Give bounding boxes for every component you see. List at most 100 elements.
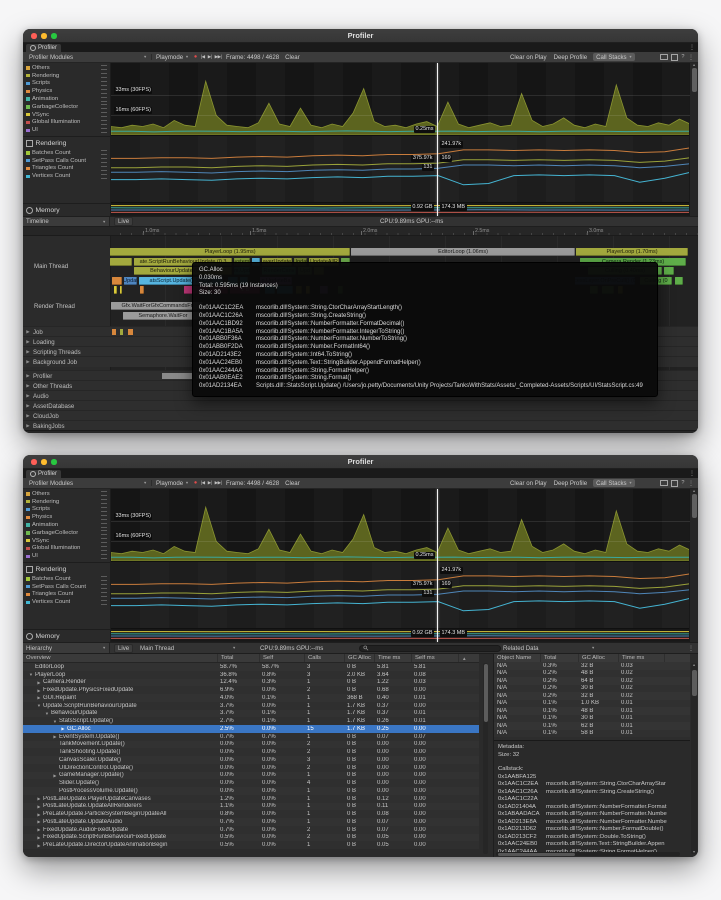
table-row[interactable]: TankShooting.Update()0.0%0.0%20 B0.000.0…	[23, 748, 479, 756]
render-thread-label[interactable]: Render Thread	[34, 303, 75, 310]
table-row[interactable]: TankMovement.Update()0.0%0.0%20 B0.000.0…	[23, 741, 479, 749]
column-header[interactable]: Self	[259, 654, 304, 662]
drag-handle-icon[interactable]	[101, 158, 107, 163]
clear-on-play-button[interactable]: Clear on Play	[507, 54, 550, 61]
thread-row-bakingjobs[interactable]: ▶BakingJobs	[23, 420, 698, 430]
table-row[interactable]: ▶FixedUpdate.ScriptRunBehaviourFixedUpda…	[23, 834, 479, 842]
clear-button[interactable]: Clear	[282, 480, 303, 487]
table-row[interactable]: ▼Update.ScriptRunBehaviourUpdate3.7%0.0%…	[23, 702, 479, 710]
cpu-legend-item[interactable]: Others	[23, 64, 110, 72]
related-data-row[interactable]: N/A0.1%62 B0.01	[494, 722, 690, 730]
tab-menu-icon[interactable]: ⋮	[689, 44, 695, 51]
table-row[interactable]: ▶PostLateUpdate.UpdateAllRenderers1.1%0.…	[23, 803, 479, 811]
scrollbar-thumb[interactable]	[692, 494, 697, 518]
load-icon[interactable]	[660, 54, 668, 61]
memory-module-header[interactable]: Memory	[23, 630, 110, 642]
cpu-legend-item[interactable]: VSync	[23, 537, 110, 545]
drag-handle-icon[interactable]	[101, 120, 107, 125]
related-vertical-scrollbar[interactable]: ▲ ▼	[691, 663, 697, 854]
close-window-icon[interactable]	[31, 33, 37, 39]
timeline-sample[interactable]: Gfx.WaitForGfxCommandsFr	[111, 302, 203, 310]
cpu-usage-chart[interactable]: 33ms (30FPS)16ms (60FPS)0.25ms	[111, 489, 690, 562]
cpu-legend-item[interactable]: Scripts	[23, 506, 110, 514]
column-header[interactable]: GC Alloc	[578, 654, 618, 662]
timeline-sample[interactable]: PlayerLoop (1.70ms)	[576, 248, 688, 256]
timeline-sample[interactable]: PlayerLoop (1.95ms)	[110, 248, 350, 256]
memory-chart[interactable]: 0.92 GB174.3 MB	[111, 203, 690, 215]
help-icon[interactable]: ?	[681, 480, 684, 486]
cpu-legend-item[interactable]: GarbageCollector	[23, 529, 110, 537]
drag-handle-icon[interactable]	[101, 73, 107, 78]
timeline-sample[interactable]	[675, 277, 683, 285]
hierarchy-table-header[interactable]: OverviewTotalSelfCallsGC AllocTime msSel…	[23, 654, 479, 663]
cpu-usage-chart[interactable]: 33ms (30FPS)16ms (60FPS)0.25ms	[111, 63, 690, 136]
drag-handle-icon[interactable]	[101, 576, 107, 581]
tab-menu-icon[interactable]: ⋮	[689, 470, 695, 477]
cpu-legend-item[interactable]: VSync	[23, 111, 110, 119]
minimize-window-icon[interactable]	[41, 459, 47, 465]
timeline-sample[interactable]: Semaphore.WaitFor	[123, 312, 203, 320]
search-field[interactable]	[359, 645, 501, 652]
minimize-window-icon[interactable]	[41, 33, 47, 39]
table-row[interactable]: CanvasScaler.Update()0.0%0.0%30 B0.000.0…	[23, 756, 479, 764]
table-row[interactable]: ▼PlayerLoop36.8%0.8%32.0 KB3.640.08	[23, 671, 479, 679]
column-header[interactable]: Object Name	[494, 654, 540, 662]
rendering-legend-item[interactable]: Batches Count	[23, 575, 110, 583]
rendering-chart[interactable]: 241.97k375.97k169131	[111, 136, 690, 203]
rendering-legend-item[interactable]: Vertices Count	[23, 598, 110, 606]
column-header[interactable]: Total	[217, 654, 259, 662]
timeline-sample[interactable]	[110, 258, 132, 266]
kebab-menu-icon[interactable]: ⋮	[688, 54, 694, 61]
drag-handle-icon[interactable]	[101, 81, 107, 86]
cpu-legend-item[interactable]: Others	[23, 490, 110, 498]
timeline-sample[interactable]	[128, 329, 133, 335]
selected-frame-marker[interactable]	[437, 489, 438, 642]
related-data-row[interactable]: N/A0.1%48 B0.01	[494, 707, 690, 715]
scroll-up-icon[interactable]: ▲	[690, 63, 698, 67]
view-mode-dropdown[interactable]: Hierarchy ▼	[23, 643, 110, 653]
timeline-sample[interactable]: EditorLoop (1.06ms)	[351, 248, 575, 256]
rendering-legend-item[interactable]: Batches Count	[23, 149, 110, 157]
drag-handle-icon[interactable]	[101, 174, 107, 179]
scrollbar-thumb[interactable]	[692, 68, 697, 92]
scroll-up-icon[interactable]: ▲	[691, 663, 697, 667]
table-row[interactable]: ▶GUI.Repaint4.0%0.1%1368 B0.400.01	[23, 694, 479, 702]
scrollbar-thumb[interactable]	[692, 670, 697, 696]
view-mode-dropdown[interactable]: Timeline ▼	[23, 217, 110, 226]
timeline-horizontal-scrollbar[interactable]	[23, 430, 698, 433]
rendering-legend-item[interactable]: Triangles Count	[23, 591, 110, 599]
drag-handle-icon[interactable]	[101, 523, 107, 528]
record-button[interactable]: ●	[192, 480, 199, 486]
drag-handle-icon[interactable]	[101, 554, 107, 559]
scrollbar-thumb[interactable]	[498, 853, 575, 856]
drag-handle-icon[interactable]	[101, 546, 107, 551]
drag-handle-icon[interactable]	[101, 538, 107, 543]
column-header[interactable]: GC Alloc	[344, 654, 374, 662]
related-data-dropdown[interactable]: Related Data ▼	[500, 643, 598, 653]
cpu-legend-item[interactable]: Physics	[23, 513, 110, 521]
rendering-legend-item[interactable]: Triangles Count	[23, 165, 110, 173]
memory-chart[interactable]: 0.92 GB174.3 MB	[111, 629, 690, 641]
table-row[interactable]: Slider.Update()0.0%0.0%40 B0.000.00	[23, 779, 479, 787]
save-icon[interactable]	[671, 54, 678, 61]
tab-profiler[interactable]: Profiler	[26, 470, 61, 478]
column-header[interactable]: Time ms	[618, 654, 664, 662]
related-data-row[interactable]: N/A0.1%1.0 KB0.01	[494, 700, 690, 708]
related-data-row[interactable]: N/A0.2%32 B0.02	[494, 692, 690, 700]
cpu-legend-item[interactable]: Rendering	[23, 72, 110, 80]
zoom-window-icon[interactable]	[51, 33, 57, 39]
cpu-legend-item[interactable]: Scripts	[23, 80, 110, 88]
scroll-down-icon[interactable]: ▼	[691, 850, 697, 854]
table-row[interactable]: ▶GC.Alloc2.5%0.0%151.7 KB0.250.00	[23, 725, 479, 733]
column-header[interactable]: Overview	[23, 654, 217, 662]
prev-frame-button[interactable]: |◀	[199, 480, 206, 486]
column-header[interactable]: Total	[540, 654, 578, 662]
load-icon[interactable]	[660, 480, 668, 487]
table-row[interactable]: ▶FixedUpdate.AudioFixedUpdate0.7%0.0%20 …	[23, 826, 479, 834]
cpu-legend-item[interactable]: Animation	[23, 521, 110, 529]
cpu-legend-item[interactable]: Global Illumination	[23, 545, 110, 553]
related-data-row[interactable]: N/A0.2%64 B0.02	[494, 677, 690, 685]
drag-handle-icon[interactable]	[101, 128, 107, 133]
cpu-legend-item[interactable]: Animation	[23, 95, 110, 103]
related-data-row[interactable]: N/A0.2%30 B0.02	[494, 685, 690, 693]
